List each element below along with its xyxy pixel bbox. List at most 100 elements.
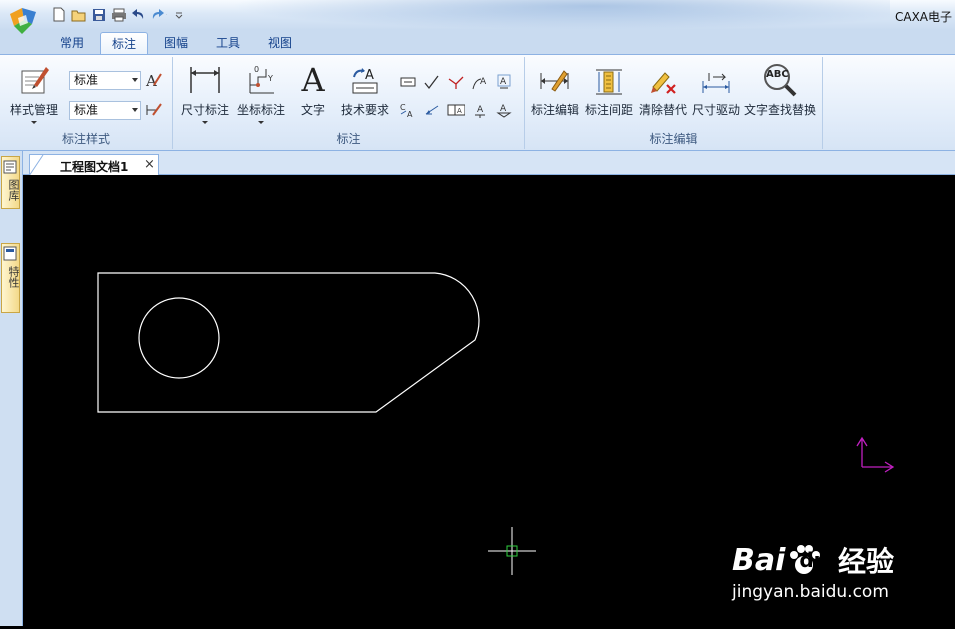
svg-text:A: A [407,110,413,118]
caxa-logo-icon[interactable] [4,2,42,40]
tech-req-button[interactable]: A 技术要求 [337,61,393,118]
print-icon[interactable] [110,6,127,23]
coordinate-dim-button[interactable]: 0Y 坐标标注 [235,61,287,124]
ribbon-tabs: 常用 标注 图幅 工具 视图 [0,30,955,55]
dimension-icon [177,61,233,97]
tab-annotation[interactable]: 标注 [100,32,148,55]
svg-text:0: 0 [254,65,259,74]
new-file-icon[interactable] [50,6,67,23]
dim-style-select[interactable]: 标准 [69,101,141,120]
text-label: 文字 [300,103,325,117]
text-style-select[interactable]: 标准 [69,71,141,90]
dim-drive-button[interactable]: 尺寸驱动 [690,61,742,118]
dim-edit-group: 标注编辑 标注间距 清除替代 尺寸驱动 ABC 文字查找替换 标注编辑 [525,57,823,149]
baseline-icon[interactable]: A [471,101,489,119]
watermark-url: jingyan.baidu.com [732,582,889,602]
quick-access-toolbar [50,6,187,23]
properties-icon [3,246,17,261]
coordinate-dim-label: 坐标标注 [236,103,285,117]
dimension-button[interactable]: 尺寸标注 [177,61,233,124]
tab-sheet[interactable]: 图幅 [156,32,196,54]
document-tab[interactable]: 工程图文档1 × [29,154,159,176]
section-symbol-icon[interactable]: A [495,73,513,91]
tech-req-icon: A [337,61,393,97]
undo-icon[interactable] [130,6,147,23]
tab-edge-decoration [29,155,44,176]
tolerance-frame-icon[interactable]: A [447,101,465,119]
dim-style-edit-icon[interactable] [145,101,163,119]
open-folder-icon[interactable] [70,6,87,23]
side-tab-properties-label: 特性 [7,266,20,288]
dimension-group-label: 标注 [336,132,361,146]
datum-icon[interactable] [399,73,417,91]
chevron-down-icon [202,121,208,124]
tab-common[interactable]: 常用 [52,32,92,54]
svg-text:Y: Y [267,74,273,83]
dim-spacing-icon [583,61,635,97]
leader-icon[interactable]: A [471,73,489,91]
coordinate-dim-icon: 0Y [235,61,287,97]
chevron-down-icon [31,121,37,124]
svg-text:A: A [145,72,157,89]
svg-text:A: A [457,107,462,115]
text-icon: A [291,61,335,97]
watermark-brand-cn: 经验 [837,545,894,578]
ucs-axis-icon [856,436,895,473]
chevron-down-icon [132,108,138,112]
clear-override-icon [637,61,689,97]
svg-text:C: C [400,103,406,112]
dim-style-value: 标准 [74,103,99,117]
datum-target-icon[interactable]: A [495,101,513,119]
save-icon[interactable] [90,6,107,23]
part-outline[interactable] [97,272,480,413]
find-replace-button[interactable]: ABC 文字查找替换 [743,61,817,118]
app-title: CAXA电子 [895,10,953,24]
style-manager-button[interactable]: 样式管理 [6,61,62,124]
watermark-brand-suffix: du [799,548,828,572]
dim-edit-label: 标注编辑 [530,103,579,117]
style-group-label: 标注样式 [61,132,110,146]
dim-drive-icon [690,61,742,97]
ribbon-panel: 样式管理 标准 A 标准 标注样式 尺寸标注 0Y 坐标标注 A 文字 A 技术… [0,54,955,151]
document-tab-label: 工程图文档1 [60,160,129,174]
clear-override-button[interactable]: 清除替代 [637,61,689,118]
svg-text:A: A [480,77,487,87]
text-style-edit-icon[interactable]: A [145,71,163,89]
dim-edit-group-label: 标注编辑 [649,132,698,146]
weld-symbol-icon[interactable] [447,73,465,91]
style-group: 样式管理 标准 A 标准 标注样式 [0,57,173,149]
tab-tools[interactable]: 工具 [208,32,248,54]
dimension-group: 尺寸标注 0Y 坐标标注 A 文字 A 技术要求 A A C A A A A 标… [173,57,525,149]
library-icon [3,160,17,174]
dim-spacing-label: 标注间距 [584,103,633,117]
dim-edit-button[interactable]: 标注编辑 [529,61,581,118]
crosshair-cursor-icon [488,527,536,575]
watermark-brand-text: Bai [732,542,786,578]
arrow-leader-icon[interactable] [423,101,441,119]
dim-edit-icon [529,61,581,97]
find-replace-label: 文字查找替换 [743,103,816,117]
chamfer-dim-icon[interactable]: CA [399,101,417,119]
redo-icon[interactable] [150,6,167,23]
tech-req-label: 技术要求 [340,103,389,117]
chevron-down-icon [132,78,138,82]
text-button[interactable]: A 文字 [291,61,335,118]
text-style-value: 标准 [74,73,99,87]
document-tab-bar: 工程图文档1 × [23,151,955,176]
dim-spacing-button[interactable]: 标注间距 [583,61,635,118]
svg-text:A: A [477,105,484,115]
side-tab-library-label: 图库 [7,179,20,201]
dim-drive-label: 尺寸驱动 [691,103,740,117]
side-tab-library[interactable]: 图库 [1,156,20,209]
style-manager-icon [6,61,62,97]
customize-toolbar-icon[interactable] [170,6,187,23]
hole-circle[interactable] [138,297,220,379]
side-tab-properties[interactable]: 特性 [1,243,20,313]
roughness-icon[interactable] [423,73,441,91]
baidu-watermark: Bai du 经验 jingyan.baidu.com [732,540,894,603]
side-panel-strip: 图库 特性 [0,151,23,626]
magnifier-icon: ABC [743,61,817,97]
tab-view[interactable]: 视图 [260,32,300,54]
close-icon[interactable]: × [144,157,155,172]
chevron-down-icon [258,121,264,124]
